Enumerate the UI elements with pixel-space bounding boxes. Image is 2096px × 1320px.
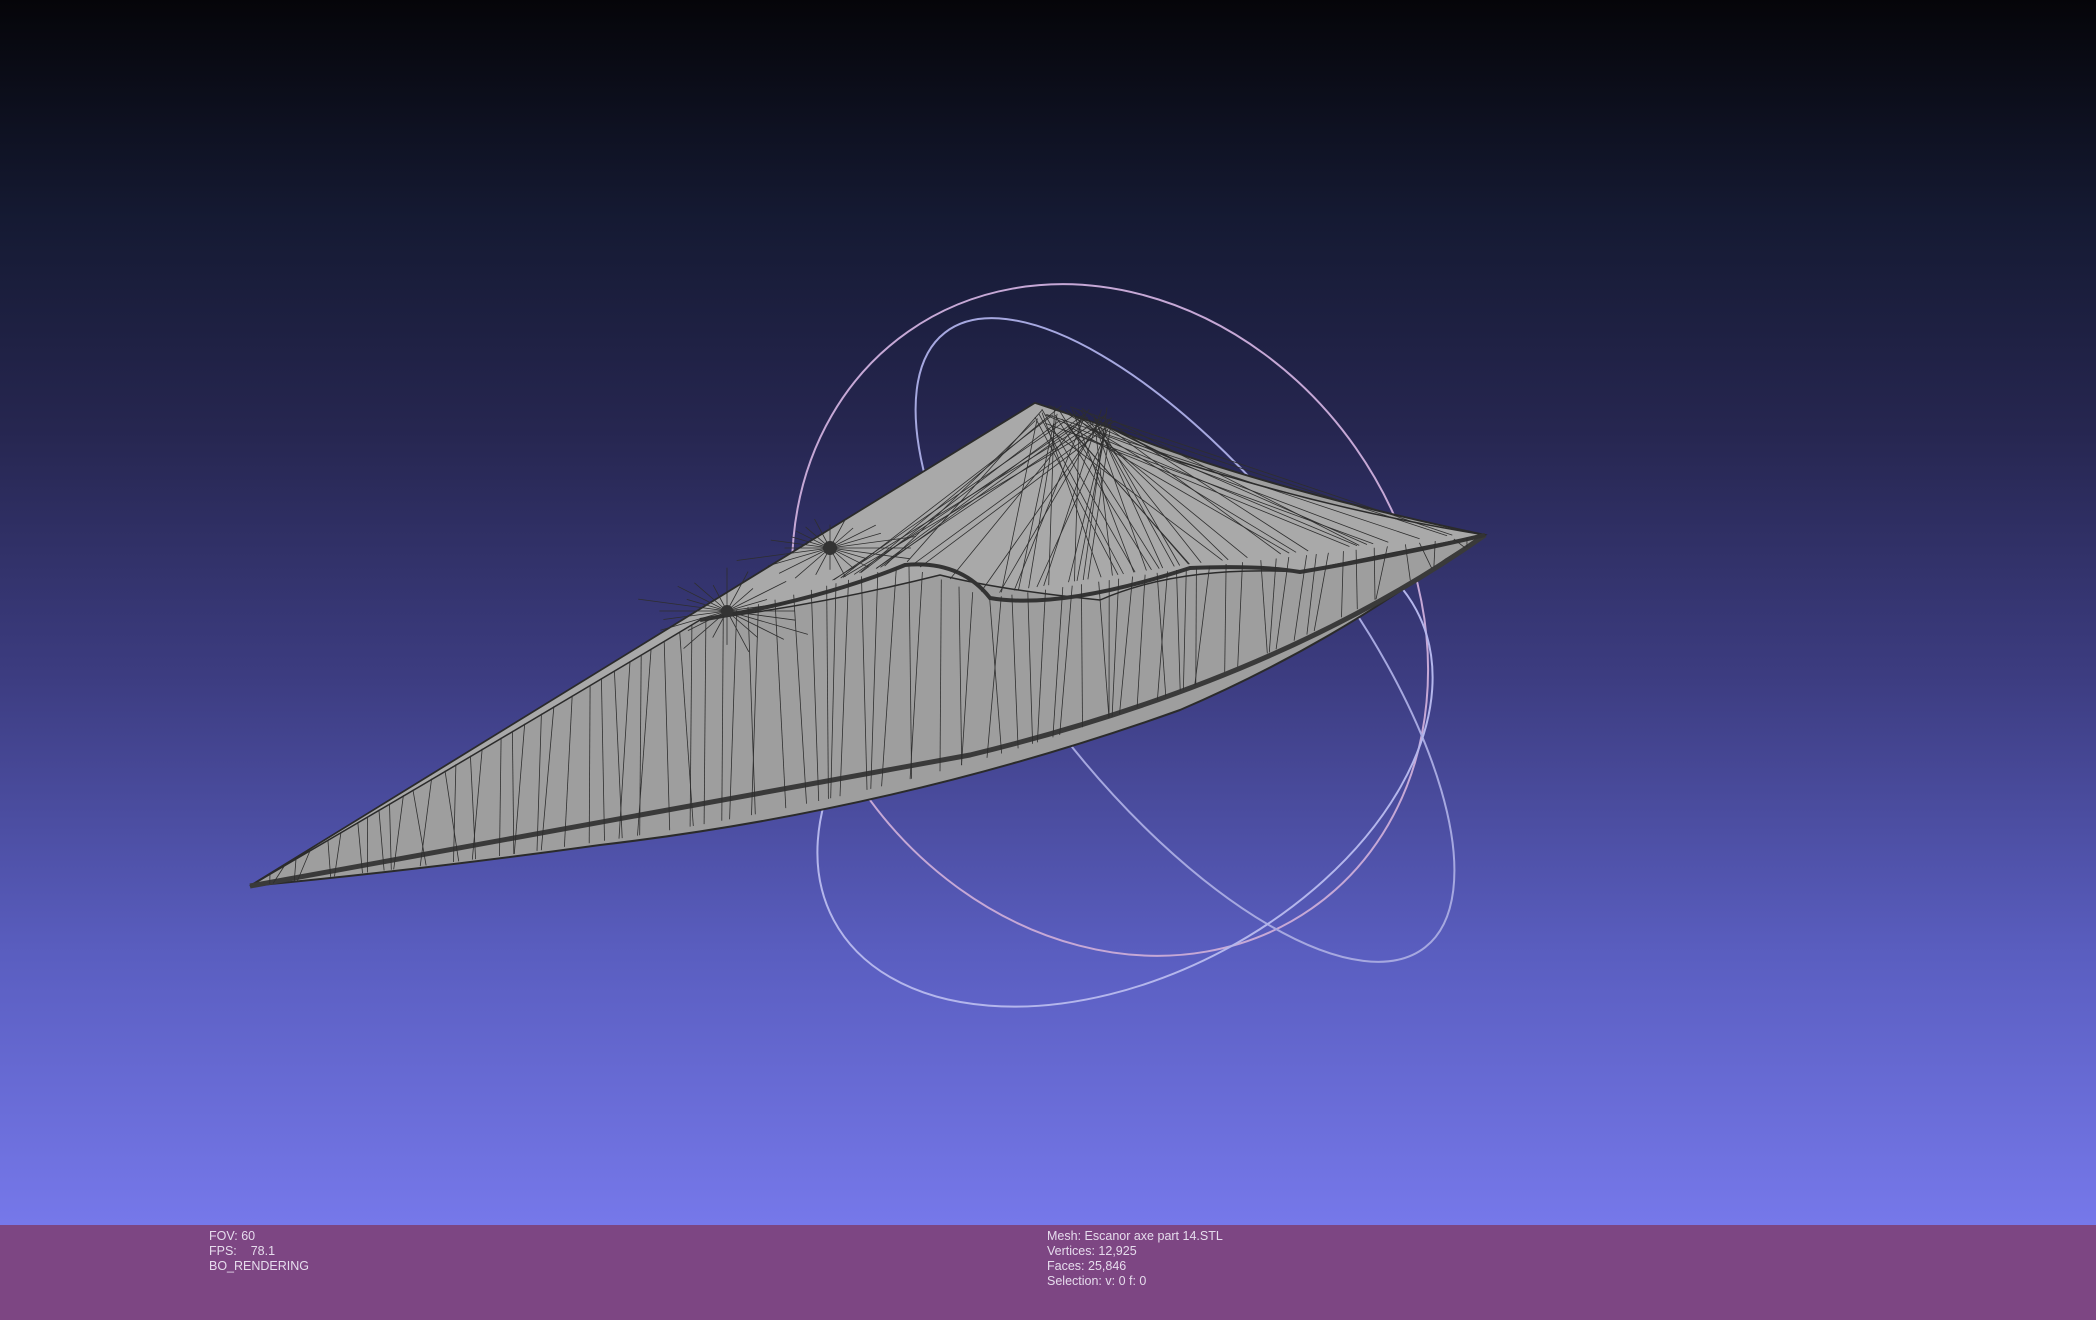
faces-row: Faces: 25,846 xyxy=(1047,1259,1223,1274)
vertices-row: Vertices: 12,925 xyxy=(1047,1244,1223,1259)
fov-value: 60 xyxy=(241,1229,256,1243)
fps-row: FPS: 78.1 xyxy=(209,1244,309,1259)
mesh-vertex-cluster-1 xyxy=(823,541,837,555)
faces-value: 25,846 xyxy=(1088,1259,1127,1273)
vertices-label: Vertices: xyxy=(1047,1244,1095,1258)
viewport-canvas[interactable] xyxy=(0,0,2096,1225)
selection-value: v: 0 f: 0 xyxy=(1105,1274,1147,1288)
3d-viewport[interactable] xyxy=(0,0,2096,1225)
mesh-label: Mesh: xyxy=(1047,1229,1082,1243)
faces-label: Faces: xyxy=(1047,1259,1085,1273)
mesh-vertex-cluster-2 xyxy=(721,605,733,617)
fov-row: FOV: 60 xyxy=(209,1229,309,1244)
mesh-model[interactable] xyxy=(249,401,1488,889)
selection-label: Selection: xyxy=(1047,1274,1102,1288)
info-bar: FOV: 60 FPS: 78.1 BO_RENDERING Mesh: Esc… xyxy=(0,1225,2096,1320)
mesh-name: Escanor axe part 14.STL xyxy=(1084,1229,1223,1243)
fps-label: FPS: xyxy=(209,1244,237,1258)
info-right-panel: Mesh: Escanor axe part 14.STL Vertices: … xyxy=(1047,1229,1223,1289)
render-mode: BO_RENDERING xyxy=(209,1259,310,1273)
selection-row: Selection: v: 0 f: 0 xyxy=(1047,1274,1223,1289)
fps-value: 78.1 xyxy=(250,1244,276,1258)
vertices-value: 12,925 xyxy=(1098,1244,1137,1258)
fov-label: FOV: xyxy=(209,1229,238,1243)
mesh-row: Mesh: Escanor axe part 14.STL xyxy=(1047,1229,1223,1244)
info-left-panel: FOV: 60 FPS: 78.1 BO_RENDERING xyxy=(209,1229,309,1274)
